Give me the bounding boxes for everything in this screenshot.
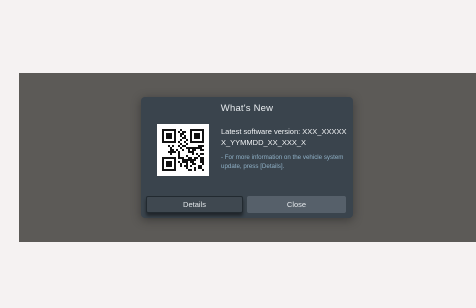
dialog-title: What's New xyxy=(220,103,274,114)
details-hint-text: - For more information on the vehicle sy… xyxy=(221,154,344,170)
close-button[interactable]: Close xyxy=(247,196,346,213)
software-version-text: Latest software version: XXX_XXXXXX_YYMM… xyxy=(221,127,347,147)
details-button[interactable]: Details xyxy=(146,196,243,213)
qr-code-icon xyxy=(157,124,209,176)
whats-new-dialog: What's New Latest software version: XXX_… xyxy=(141,97,353,218)
